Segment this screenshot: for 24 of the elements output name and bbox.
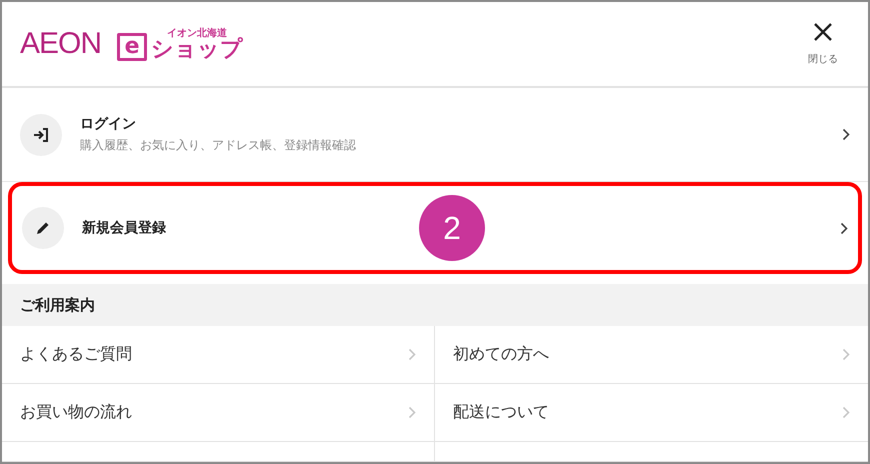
gift-box-logo: e bbox=[117, 33, 148, 61]
logo-text: ショップ bbox=[151, 39, 244, 61]
guide-link[interactable]: 配送について bbox=[435, 384, 868, 442]
login-arrow-icon bbox=[33, 128, 49, 142]
close-icon bbox=[813, 22, 833, 42]
pencil-icon bbox=[35, 220, 51, 236]
chevron-right-icon bbox=[842, 348, 850, 361]
guide-link[interactable]: お買い物の流れ bbox=[2, 384, 435, 442]
menu-subtitle: 購入履歴、お気に入り、アドレス帳、登録情報確認 bbox=[80, 137, 357, 154]
brand-logo: AEON bbox=[20, 27, 102, 61]
chevron-right-icon bbox=[842, 128, 850, 141]
chevron-right-icon bbox=[408, 406, 416, 419]
menu-title: ログイン bbox=[80, 115, 137, 133]
logo-subtitle: イオン北海道 bbox=[167, 29, 228, 39]
chevron-right-icon bbox=[408, 348, 416, 361]
section-heading: ご利用案内 bbox=[2, 284, 868, 326]
step-number-badge: 2 bbox=[419, 195, 485, 261]
guide-link[interactable]: 初めての方へ bbox=[435, 326, 868, 384]
chevron-right-icon bbox=[840, 222, 848, 234]
menu-title: 新規会員登録 bbox=[82, 219, 167, 237]
close-button[interactable]: 閉じる bbox=[808, 22, 838, 66]
chevron-right-icon bbox=[842, 406, 850, 419]
highlighted-menu-row[interactable]: 新規会員登録 2 bbox=[8, 182, 862, 274]
guide-link[interactable]: よくあるご質問 bbox=[2, 326, 435, 384]
